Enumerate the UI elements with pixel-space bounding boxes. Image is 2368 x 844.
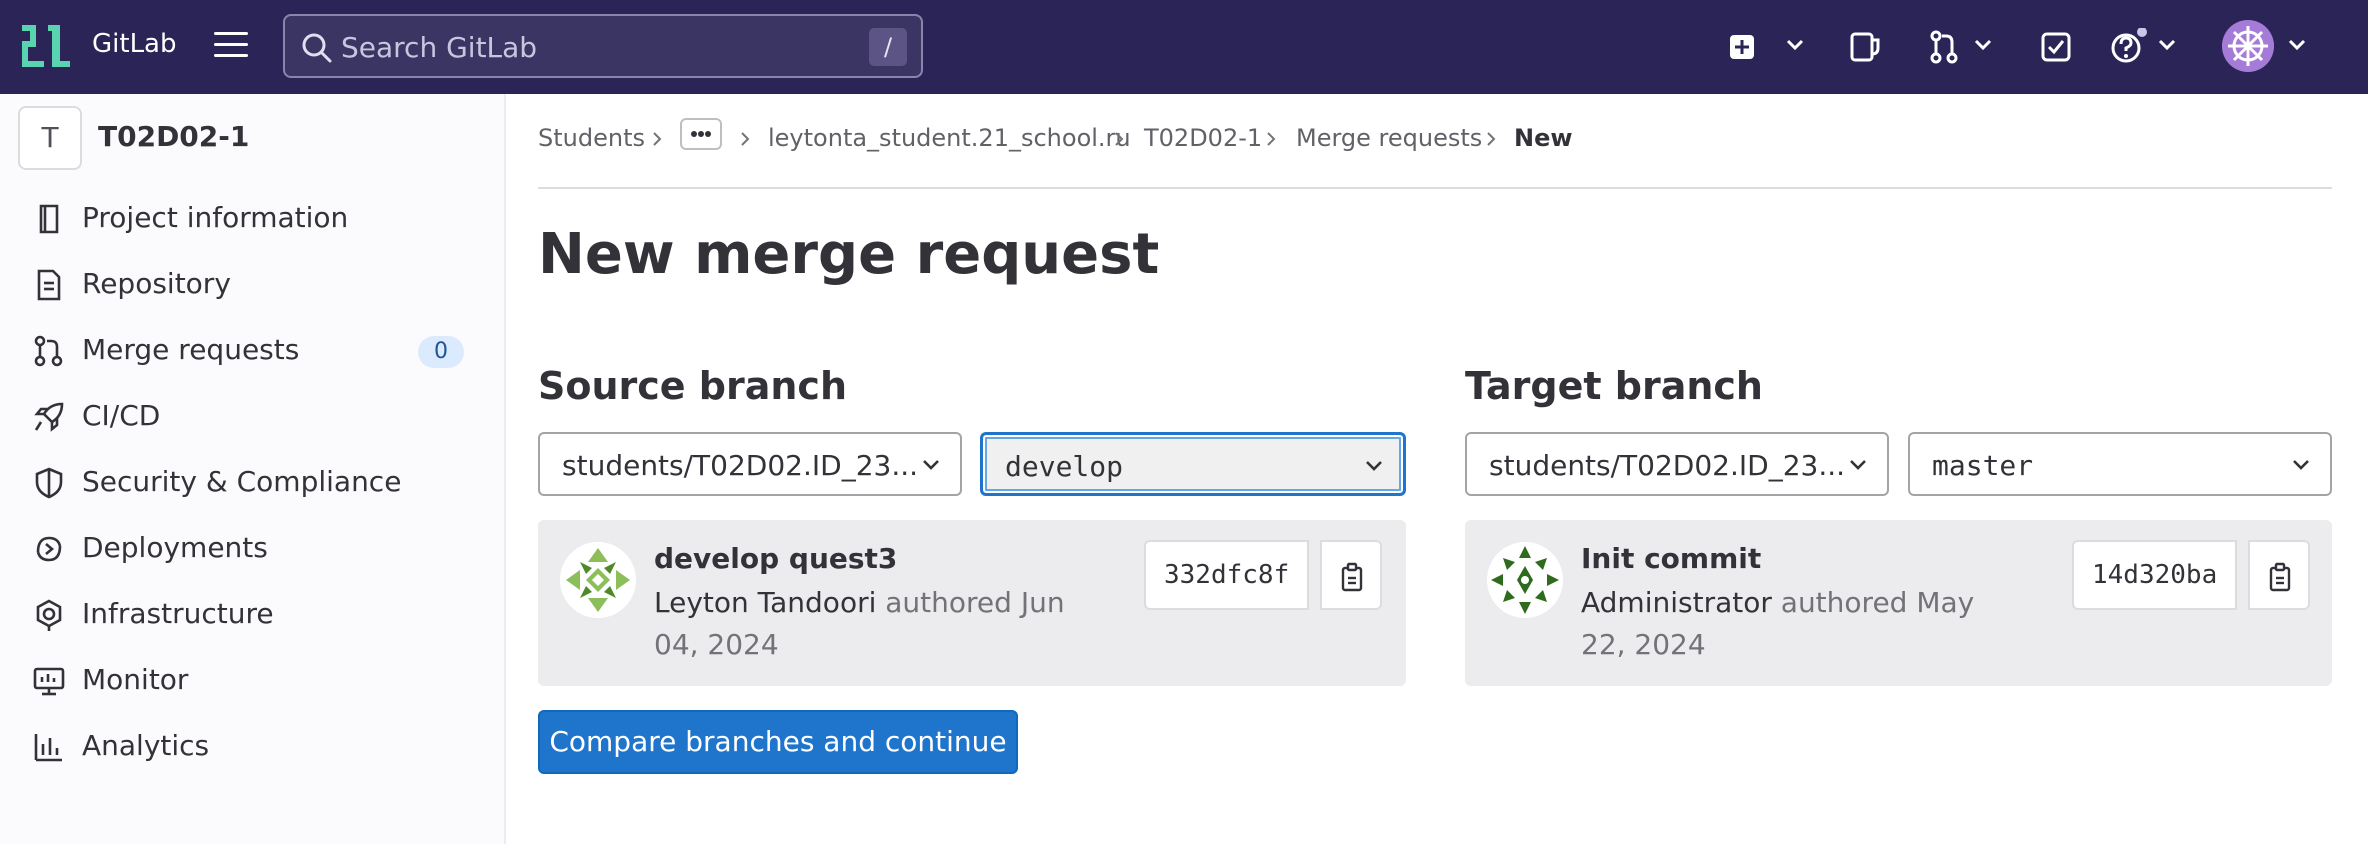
breadcrumb-item-namespace[interactable]: leytonta_student.21_school.ru — [768, 124, 1131, 152]
todos-icon[interactable] — [2040, 28, 2072, 66]
search-icon — [302, 33, 332, 63]
gitlab-logo[interactable] — [22, 25, 72, 67]
source-commit-meta: Leyton Tandoori authored Jun 04, 2024 — [654, 582, 1074, 666]
infrastructure-icon — [36, 599, 62, 631]
top-navbar: GitLab Search GitLab / — [0, 0, 2368, 94]
copy-icon — [1341, 562, 1363, 592]
sidebar-item-infrastructure[interactable]: Infrastructure — [0, 584, 504, 644]
target-commit-card: Init commit Administrator authored May 2… — [1465, 520, 2332, 686]
source-commit-sha[interactable]: 332dfc8f — [1144, 540, 1310, 610]
help-icon[interactable] — [2110, 28, 2150, 66]
search-input[interactable]: Search GitLab / — [283, 14, 923, 78]
sidebar-item-deployments[interactable]: Deployments — [0, 518, 504, 578]
chevron-down-icon[interactable] — [1786, 38, 1804, 52]
sidebar-item-repository[interactable]: Repository — [0, 254, 504, 314]
search-placeholder: Search GitLab — [341, 31, 538, 64]
analytics-icon — [34, 734, 62, 762]
breadcrumb-more-button[interactable] — [680, 118, 722, 150]
breadcrumb-divider — [538, 187, 2332, 189]
breadcrumb-item-students[interactable]: Students — [538, 124, 645, 152]
sidebar-item-label: Infrastructure — [82, 597, 274, 630]
chevron-down-icon[interactable] — [2158, 38, 2176, 52]
sidebar-item-project-information[interactable]: Project information — [0, 188, 504, 248]
sidebar-item-label: Monitor — [82, 663, 189, 696]
project-avatar[interactable]: T — [18, 106, 82, 170]
sidebar-item-monitor[interactable]: Monitor — [0, 650, 504, 710]
source-project-value: students/T02D02.ID_23... — [562, 449, 919, 482]
sidebar-item-ci-cd[interactable]: CI/CD — [0, 386, 504, 446]
sidebar-item-label: Repository — [82, 267, 231, 300]
breadcrumb-item-merge-requests[interactable]: Merge requests — [1296, 124, 1482, 152]
sidebar-item-merge-requests[interactable]: Merge requests 0 — [0, 320, 504, 380]
source-commit-author[interactable]: Leyton Tandoori — [654, 586, 876, 619]
issues-icon[interactable] — [1848, 28, 1882, 66]
project-name[interactable]: T02D02-1 — [98, 120, 249, 153]
target-branch-dropdown[interactable]: master — [1908, 432, 2332, 496]
user-avatar[interactable] — [2222, 20, 2274, 72]
target-commit-author[interactable]: Administrator — [1581, 586, 1772, 619]
chevron-right-icon — [741, 132, 750, 146]
source-commit-author-avatar[interactable] — [560, 542, 636, 618]
source-branch-heading: Source branch — [538, 364, 848, 408]
breadcrumb-item-project[interactable]: T02D02-1 — [1144, 124, 1262, 152]
source-branch-dropdown[interactable]: develop — [980, 432, 1406, 496]
sidebar-item-security-compliance[interactable]: Security & Compliance — [0, 452, 504, 512]
shield-icon — [35, 467, 63, 499]
brand-name[interactable]: GitLab — [92, 29, 177, 59]
sidebar: T T02D02-1 Project information Repositor… — [0, 94, 506, 844]
sidebar-item-label: Analytics — [82, 729, 210, 762]
source-project-dropdown[interactable]: students/T02D02.ID_23... — [538, 432, 962, 496]
sidebar-item-label: Merge requests — [82, 333, 300, 366]
chevron-right-icon — [1267, 132, 1276, 146]
target-project-value: students/T02D02.ID_23... — [1489, 449, 1846, 482]
source-branch-value: develop — [1005, 450, 1124, 483]
breadcrumb-current[interactable]: New — [1514, 124, 1573, 152]
copy-sha-button[interactable] — [1320, 540, 1382, 610]
target-project-dropdown[interactable]: students/T02D02.ID_23... — [1465, 432, 1889, 496]
merge-requests-icon — [34, 335, 63, 367]
sidebar-item-label: Deployments — [82, 531, 268, 564]
deployments-icon — [36, 536, 62, 562]
target-commit-meta: Administrator authored May 22, 2024 — [1581, 582, 2001, 666]
repository-icon — [37, 269, 61, 301]
chevron-down-icon[interactable] — [1974, 38, 1992, 52]
chevron-down-icon — [2293, 460, 2309, 470]
chevron-down-icon — [1366, 461, 1382, 471]
target-commit-author-avatar[interactable] — [1487, 542, 1563, 618]
monitor-icon — [33, 667, 65, 696]
target-commit-sha[interactable]: 14d320ba — [2072, 540, 2238, 610]
sidebar-item-label: CI/CD — [82, 399, 161, 432]
copy-icon — [2269, 562, 2291, 592]
target-branch-heading: Target branch — [1465, 364, 1763, 408]
sidebar-item-label: Project information — [82, 201, 349, 234]
search-shortcut-key: / — [869, 28, 907, 66]
chevron-down-icon[interactable] — [2288, 38, 2306, 52]
source-commit-title[interactable]: develop quest3 — [654, 542, 897, 575]
sidebar-item-label: Security & Compliance — [82, 465, 402, 498]
new-item-icon[interactable] — [1728, 28, 1756, 66]
rocket-icon — [34, 402, 64, 432]
page-title: New merge request — [538, 222, 1160, 287]
ellipsis-icon — [691, 131, 711, 137]
compare-branches-button[interactable]: Compare branches and continue — [538, 710, 1018, 774]
menu-icon[interactable] — [214, 32, 248, 58]
project-information-icon — [39, 204, 59, 234]
target-branch-value: master — [1932, 449, 2034, 482]
chevron-right-icon — [1115, 132, 1124, 146]
chevron-down-icon — [1850, 460, 1866, 470]
chevron-down-icon — [923, 460, 939, 470]
chevron-right-icon — [1487, 132, 1496, 146]
merge-requests-count-badge: 0 — [418, 336, 464, 368]
copy-sha-button[interactable] — [2248, 540, 2310, 610]
sidebar-item-analytics[interactable]: Analytics — [0, 716, 504, 776]
chevron-right-icon — [653, 132, 662, 146]
target-commit-title[interactable]: Init commit — [1581, 542, 1761, 575]
source-commit-card: develop quest3 Leyton Tandoori authored … — [538, 520, 1406, 686]
merge-requests-icon[interactable] — [1928, 28, 1960, 66]
